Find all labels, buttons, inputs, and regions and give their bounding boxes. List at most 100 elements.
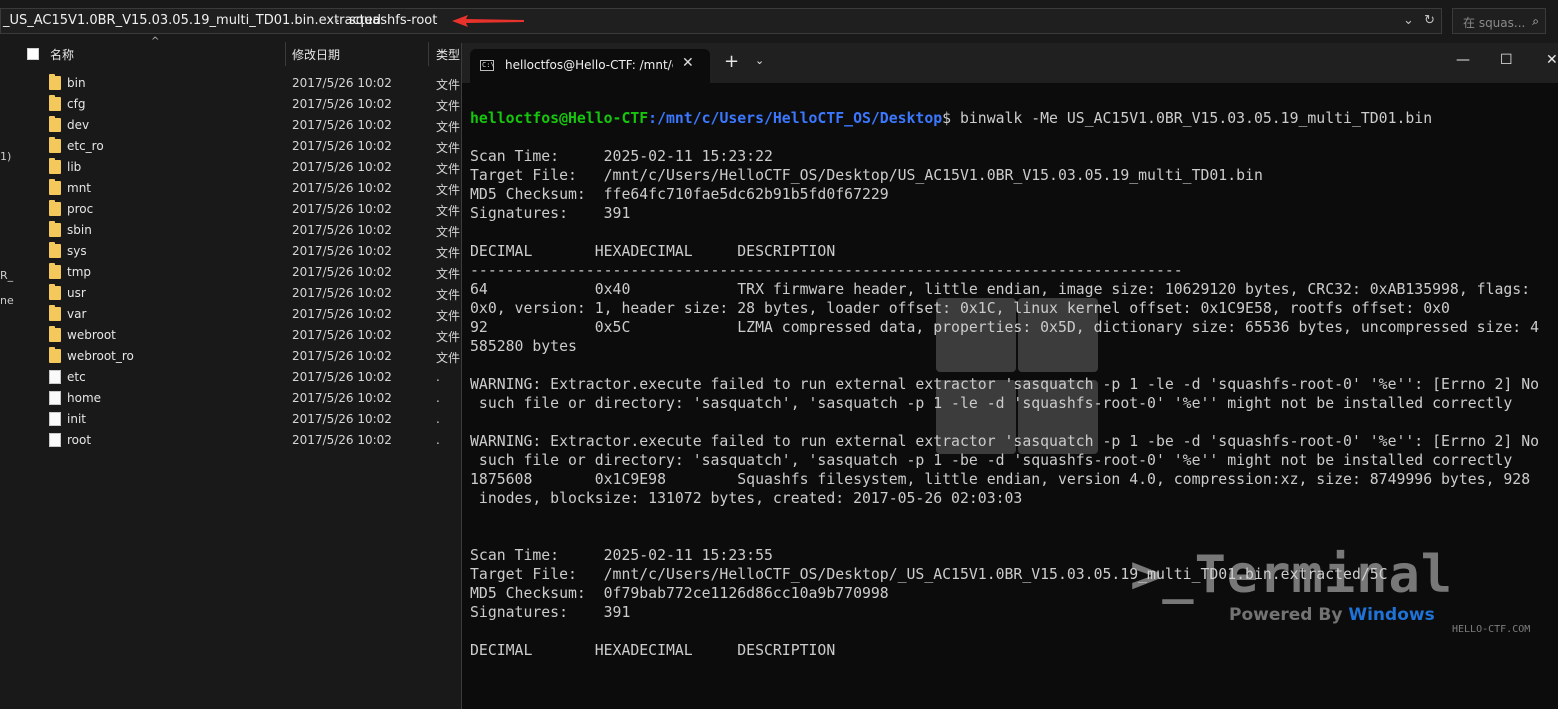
file-date: 2017/5/26 10:02 (292, 265, 392, 279)
folder-icon (49, 326, 61, 342)
folder-icon (49, 179, 61, 195)
output-line: Scan Time: 2025-02-11 15:23:55 (470, 547, 773, 564)
file-name[interactable]: proc (67, 202, 93, 216)
file-name[interactable]: etc_ro (67, 139, 104, 153)
file-name[interactable]: var (67, 307, 86, 321)
file-type: 文件 (436, 204, 461, 218)
file-name[interactable]: webroot_ro (67, 349, 134, 363)
file-type: 文件 (436, 288, 461, 302)
folder-icon (49, 116, 61, 132)
file-name[interactable]: sys (67, 244, 87, 258)
file-date: 2017/5/26 10:02 (292, 76, 392, 90)
maximize-icon[interactable]: ☐ (1500, 52, 1513, 68)
file-name[interactable]: root (67, 433, 91, 447)
file-row[interactable]: cfg 2017/5/26 10:02 文件 (0, 94, 465, 115)
output-line: Scan Time: 2025-02-11 15:23:22 (470, 148, 773, 165)
file-name[interactable]: lib (67, 160, 81, 174)
file-name[interactable]: tmp (67, 265, 91, 279)
address-bar[interactable]: _US_AC15V1.0BR_V15.03.05.19_multi_TD01.b… (0, 8, 1442, 34)
file-row[interactable]: sys 2017/5/26 10:02 文件 (0, 241, 465, 262)
file-name[interactable]: mnt (67, 181, 91, 195)
file-type: 文件 (436, 162, 461, 176)
output-line: inodes, blocksize: 131072 bytes, created… (470, 490, 1023, 507)
file-row[interactable]: etc_ro 2017/5/26 10:02 文件 (0, 136, 465, 157)
file-date: 2017/5/26 10:02 (292, 391, 392, 405)
file-type: 文件 (436, 183, 461, 197)
output-line: 64 0x40 TRX firmware header, little endi… (470, 281, 1531, 298)
chevron-down-icon[interactable]: ⌄ (1403, 13, 1414, 28)
refresh-icon[interactable]: ↻ (1424, 13, 1435, 28)
file-row[interactable]: proc 2017/5/26 10:02 文件 (0, 199, 465, 220)
file-row[interactable]: webroot 2017/5/26 10:02 文件 (0, 325, 465, 346)
file-row[interactable]: lib 2017/5/26 10:02 文件 (0, 157, 465, 178)
file-row[interactable]: init 2017/5/26 10:02. (0, 409, 465, 430)
select-all-checkbox[interactable] (27, 48, 39, 60)
file-date: 2017/5/26 10:02 (292, 139, 392, 153)
file-type: 文件 (436, 141, 461, 155)
file-row[interactable]: dev 2017/5/26 10:02 文件 (0, 115, 465, 136)
folder-icon (49, 95, 61, 111)
file-date: 2017/5/26 10:02 (292, 307, 392, 321)
column-name[interactable]: 名称 (50, 46, 74, 63)
file-type: . (436, 412, 440, 426)
close-tab-icon[interactable]: ✕ (682, 55, 694, 71)
breadcrumb-item-squashfs-root[interactable]: squashfs-root (349, 13, 437, 28)
file-row[interactable]: usr 2017/5/26 10:02 文件 (0, 283, 465, 304)
new-tab-icon[interactable]: + (724, 51, 739, 72)
file-row[interactable]: var 2017/5/26 10:02 文件 (0, 304, 465, 325)
file-name[interactable]: cfg (67, 97, 85, 111)
close-window-icon[interactable]: ✕ (1546, 52, 1558, 68)
breadcrumb-item-extracted[interactable]: _US_AC15V1.0BR_V15.03.05.19_multi_TD01.b… (3, 13, 381, 28)
file-row[interactable]: root 2017/5/26 10:02. (0, 430, 465, 451)
file-name[interactable]: sbin (67, 223, 92, 237)
file-type: 文件 (436, 246, 461, 260)
file-date: 2017/5/26 10:02 (292, 328, 392, 342)
file-row[interactable]: sbin 2017/5/26 10:02 文件 (0, 220, 465, 241)
file-row[interactable]: bin 2017/5/26 10:02 文件 (0, 73, 465, 94)
file-date: 2017/5/26 10:02 (292, 433, 392, 447)
column-date[interactable]: 修改日期 (292, 46, 340, 63)
watermark-powered: Powered By Windows (1229, 605, 1435, 625)
minimize-icon[interactable]: — (1456, 52, 1470, 68)
column-divider[interactable] (285, 42, 286, 66)
terminal-titlebar[interactable]: C:\ helloctfos@Hello-CTF: /mnt/c/ ✕ + ⌄ … (462, 43, 1558, 83)
search-icon[interactable]: ⌕ (1532, 14, 1539, 29)
file-list: bin 2017/5/26 10:02 文件 cfg 2017/5/26 10:02 文件… (0, 73, 465, 451)
file-type: 文件 (436, 351, 461, 365)
terminal-icon: C:\ (480, 60, 495, 71)
search-input[interactable]: 在 squas... ⌕ (1452, 8, 1546, 34)
file-date: 2017/5/26 10:02 (292, 223, 392, 237)
folder-icon (49, 200, 61, 216)
terminal-tab[interactable]: C:\ helloctfos@Hello-CTF: /mnt/c/ ✕ (470, 49, 710, 83)
file-name[interactable]: webroot (67, 328, 116, 342)
output-line: Signatures: 391 (470, 205, 631, 222)
watermark-site: HELLO-CTF.COM (1452, 624, 1531, 635)
file-name[interactable]: init (67, 412, 86, 426)
file-icon (49, 433, 61, 447)
column-type[interactable]: 类型 (436, 46, 460, 63)
output-line: DECIMAL HEXADECIMAL DESCRIPTION (470, 243, 836, 260)
address-controls: ⌄ ↻ (1403, 13, 1435, 28)
folder-icon (49, 137, 61, 153)
windows-logo-icon (936, 298, 1100, 454)
file-name[interactable]: usr (67, 286, 86, 300)
file-name[interactable]: bin (67, 76, 86, 90)
breadcrumb-chevron-icon[interactable]: › (335, 14, 339, 27)
chevron-down-icon[interactable]: ⌄ (755, 54, 764, 67)
prompt-command: $ binwalk -Me US_AC15V1.0BR_V15.03.05.19… (942, 110, 1433, 127)
file-row[interactable]: webroot_ro 2017/5/26 10:02 文件 (0, 346, 465, 367)
column-divider[interactable] (428, 42, 429, 66)
file-row[interactable]: home 2017/5/26 10:02. (0, 388, 465, 409)
file-name[interactable]: home (67, 391, 101, 405)
file-row[interactable]: tmp 2017/5/26 10:02 文件 (0, 262, 465, 283)
file-type: . (436, 433, 440, 447)
output-line: 1875608 0x1C9E98 Squashfs filesystem, li… (470, 471, 1531, 488)
file-row[interactable]: mnt 2017/5/26 10:02 文件 (0, 178, 465, 199)
file-type: . (436, 391, 440, 405)
folder-icon (49, 158, 61, 174)
file-row[interactable]: etc 2017/5/26 10:02. (0, 367, 465, 388)
file-name[interactable]: etc (67, 370, 86, 384)
file-type: 文件 (436, 78, 461, 92)
file-name[interactable]: dev (67, 118, 89, 132)
file-type: . (436, 370, 440, 384)
